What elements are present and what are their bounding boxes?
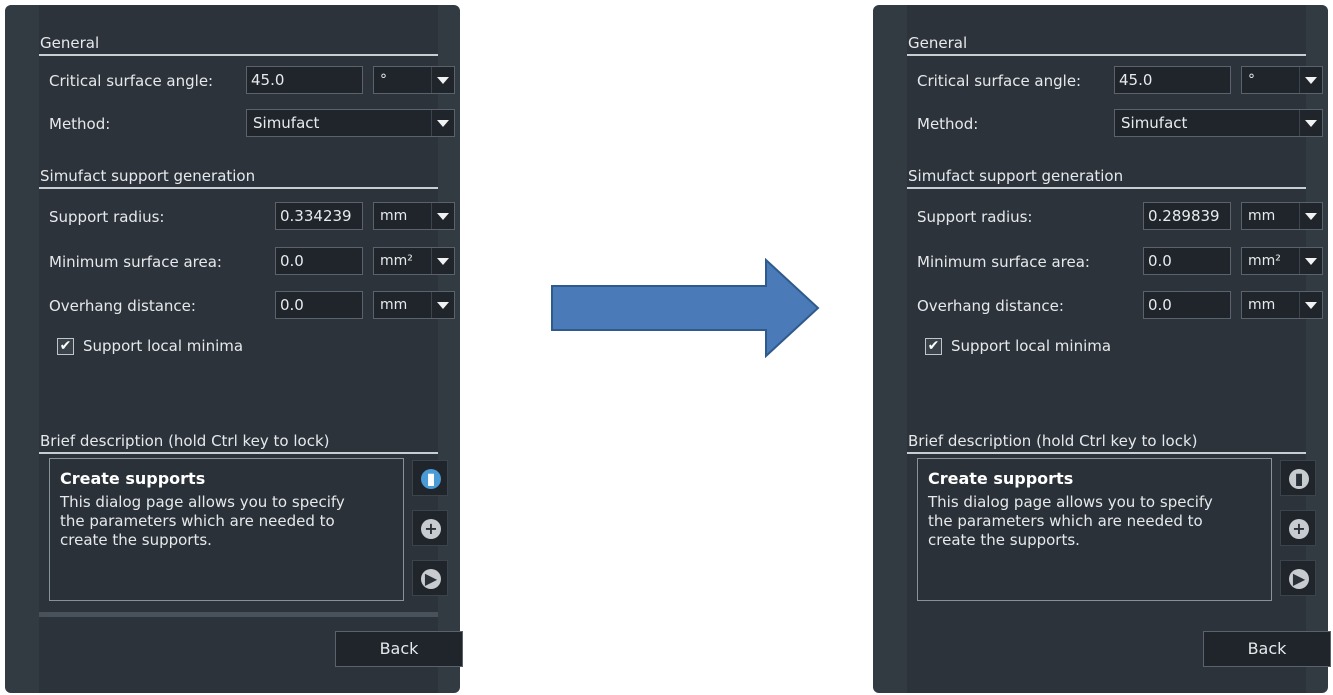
left-dialog-body: General Critical surface angle: 45.0 ° M… <box>39 5 463 693</box>
method-value: Simufact <box>1121 114 1188 132</box>
critical-angle-input[interactable]: 45.0 <box>1114 66 1231 94</box>
divider <box>39 612 438 617</box>
left-dialog-panel: General Critical surface angle: 45.0 ° M… <box>5 5 463 693</box>
chevron-down-icon <box>1299 248 1322 274</box>
save-icon: ▮ <box>1289 469 1309 489</box>
method-label: Method: <box>49 115 111 133</box>
angle-unit-dropdown[interactable]: ° <box>1241 66 1323 94</box>
min-area-input[interactable]: 0.0 <box>1143 247 1231 275</box>
overhang-input[interactable]: 0.0 <box>1143 291 1231 319</box>
method-dropdown[interactable]: Simufact <box>246 109 455 137</box>
local-minima-checkbox[interactable]: ✔ <box>925 338 942 355</box>
back-button[interactable]: Back <box>335 631 463 667</box>
overhang-label: Overhang distance: <box>917 297 1064 315</box>
chevron-down-icon <box>1299 67 1322 93</box>
save-icon: ▮ <box>421 469 441 489</box>
description-heading: Create supports <box>60 469 206 488</box>
next-button[interactable]: ▶ <box>412 560 448 596</box>
description-box: Create supports This dialog page allows … <box>49 458 404 601</box>
method-label: Method: <box>917 115 979 133</box>
min-area-label: Minimum surface area: <box>917 253 1090 271</box>
play-icon: ▶ <box>1289 569 1309 589</box>
method-value: Simufact <box>253 114 320 132</box>
brief-description-title: Brief description (hold Ctrl key to lock… <box>39 430 438 454</box>
chevron-down-icon <box>431 248 454 274</box>
plus-icon: + <box>421 519 441 539</box>
add-button[interactable]: + <box>412 510 448 546</box>
min-area-unit-dropdown[interactable]: mm² <box>373 247 455 275</box>
save-button[interactable]: ▮ <box>1280 460 1316 496</box>
chevron-down-icon <box>1299 110 1322 136</box>
support-radius-unit-dropdown[interactable]: mm <box>373 202 455 230</box>
local-minima-checkbox[interactable]: ✔ <box>57 338 74 355</box>
overhang-unit: mm <box>1248 297 1276 313</box>
critical-angle-input[interactable]: 45.0 <box>246 66 363 94</box>
min-area-label: Minimum surface area: <box>49 253 222 271</box>
description-body: This dialog page allows you to specify t… <box>928 493 1213 549</box>
right-arrow <box>551 258 820 358</box>
min-area-unit: mm² <box>1248 253 1281 269</box>
support-radius-label: Support radius: <box>49 208 165 226</box>
chevron-down-icon <box>431 292 454 318</box>
min-area-input[interactable]: 0.0 <box>275 247 363 275</box>
overhang-unit: mm <box>380 297 408 313</box>
local-minima-label: Support local minima <box>951 337 1112 355</box>
min-area-unit-dropdown[interactable]: mm² <box>1241 247 1323 275</box>
chevron-down-icon <box>1299 203 1322 229</box>
angle-unit-value: ° <box>1248 72 1255 88</box>
support-radius-unit-dropdown[interactable]: mm <box>1241 202 1323 230</box>
general-section-title: General <box>39 32 438 56</box>
angle-unit-dropdown[interactable]: ° <box>373 66 455 94</box>
brief-description-title: Brief description (hold Ctrl key to lock… <box>907 430 1306 454</box>
save-button[interactable]: ▮ <box>412 460 448 496</box>
right-dialog-panel: General Critical surface angle: 45.0 ° M… <box>873 5 1331 693</box>
next-button[interactable]: ▶ <box>1280 560 1316 596</box>
support-radius-unit: mm <box>1248 208 1276 224</box>
angle-unit-value: ° <box>380 72 387 88</box>
overhang-label: Overhang distance: <box>49 297 196 315</box>
local-minima-label: Support local minima <box>83 337 244 355</box>
chevron-down-icon <box>431 203 454 229</box>
play-icon: ▶ <box>421 569 441 589</box>
chevron-down-icon <box>431 110 454 136</box>
support-radius-input[interactable]: 0.289839 <box>1143 202 1231 230</box>
general-section-title: General <box>907 32 1306 56</box>
description-box: Create supports This dialog page allows … <box>917 458 1272 601</box>
overhang-unit-dropdown[interactable]: mm <box>373 291 455 319</box>
support-section-title: Simufact support generation <box>907 165 1306 189</box>
overhang-unit-dropdown[interactable]: mm <box>1241 291 1323 319</box>
description-body: This dialog page allows you to specify t… <box>60 493 345 549</box>
chevron-down-icon <box>431 67 454 93</box>
right-dialog-body: General Critical surface angle: 45.0 ° M… <box>907 5 1331 693</box>
add-button[interactable]: + <box>1280 510 1316 546</box>
method-dropdown[interactable]: Simufact <box>1114 109 1323 137</box>
min-area-unit: mm² <box>380 253 413 269</box>
description-heading: Create supports <box>928 469 1074 488</box>
overhang-input[interactable]: 0.0 <box>275 291 363 319</box>
support-section-title: Simufact support generation <box>39 165 438 189</box>
critical-angle-label: Critical surface angle: <box>49 72 214 90</box>
back-button[interactable]: Back <box>1203 631 1331 667</box>
plus-icon: + <box>1289 519 1309 539</box>
chevron-down-icon <box>1299 292 1322 318</box>
support-radius-unit: mm <box>380 208 408 224</box>
critical-angle-label: Critical surface angle: <box>917 72 1082 90</box>
support-radius-input[interactable]: 0.334239 <box>275 202 363 230</box>
support-radius-label: Support radius: <box>917 208 1033 226</box>
